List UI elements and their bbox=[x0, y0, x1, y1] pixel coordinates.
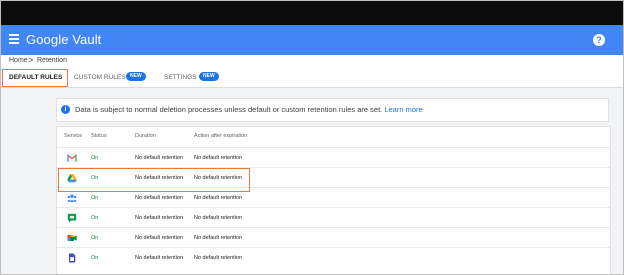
tab-settings[interactable]: SETTINGS bbox=[164, 74, 197, 81]
top-black-bar bbox=[1, 1, 623, 25]
duration-value: No default retention bbox=[135, 235, 184, 241]
table-row[interactable]: On No default retention No default reten… bbox=[57, 227, 610, 248]
tab-bar: DEFAULT RULES CUSTOM RULES NEW SETTINGS … bbox=[1, 69, 623, 88]
status-value: On bbox=[91, 235, 99, 241]
duration-value: No default retention bbox=[135, 255, 184, 261]
status-value: On bbox=[91, 215, 99, 221]
header-duration: Duration bbox=[135, 133, 156, 139]
breadcrumb: Home > Retention bbox=[1, 55, 623, 69]
breadcrumb-home[interactable]: Home bbox=[9, 57, 28, 64]
action-value: No default retention bbox=[194, 255, 243, 261]
chat-icon bbox=[67, 213, 77, 223]
app-bar: Google Vault ? bbox=[1, 25, 623, 55]
breadcrumb-separator: > bbox=[28, 55, 34, 65]
tab-default-rules[interactable]: DEFAULT RULES bbox=[9, 74, 62, 81]
table-row[interactable]: On No default retention No default reten… bbox=[57, 247, 610, 268]
groups-icon bbox=[67, 194, 77, 202]
screenshot-frame: Google Vault ? Home > Retention DEFAULT … bbox=[0, 0, 624, 275]
status-value: On bbox=[91, 155, 99, 161]
action-value: No default retention bbox=[194, 235, 243, 241]
action-value: No default retention bbox=[194, 195, 243, 201]
learn-more-link[interactable]: Learn more bbox=[384, 105, 422, 114]
header-action-after-expiration: Action after expiration bbox=[194, 133, 248, 139]
info-message: Data is subject to normal deletion proce… bbox=[75, 105, 383, 114]
help-icon[interactable]: ? bbox=[593, 34, 605, 46]
action-value: No default retention bbox=[194, 215, 243, 221]
sites-icon bbox=[69, 253, 76, 263]
action-value: No default retention bbox=[194, 155, 243, 161]
breadcrumb-current: Retention bbox=[37, 57, 67, 64]
tab-custom-rules[interactable]: CUSTOM RULES bbox=[74, 74, 126, 81]
drive-row-highlight bbox=[58, 168, 250, 192]
table-row[interactable]: On No default retention No default reten… bbox=[57, 147, 610, 168]
duration-value: No default retention bbox=[135, 155, 184, 161]
info-text: Data is subject to normal deletion proce… bbox=[75, 105, 423, 114]
header-service: Service bbox=[64, 133, 83, 139]
header-status: Status bbox=[91, 133, 107, 139]
app-title: Google Vault bbox=[26, 32, 102, 47]
custom-rules-new-badge: NEW bbox=[126, 72, 146, 81]
info-banner: i Data is subject to normal deletion pro… bbox=[56, 98, 609, 122]
status-value: On bbox=[91, 195, 99, 201]
retention-table: Service Status Duration Action after exp… bbox=[56, 126, 611, 274]
table-row[interactable]: On No default retention No default reten… bbox=[57, 207, 610, 228]
meet-icon bbox=[67, 235, 77, 241]
settings-new-badge: NEW bbox=[199, 72, 219, 81]
duration-value: No default retention bbox=[135, 195, 184, 201]
gmail-icon bbox=[67, 154, 77, 162]
menu-icon[interactable] bbox=[9, 34, 19, 46]
duration-value: No default retention bbox=[135, 215, 184, 221]
info-icon: i bbox=[61, 105, 70, 114]
status-value: On bbox=[91, 255, 99, 261]
